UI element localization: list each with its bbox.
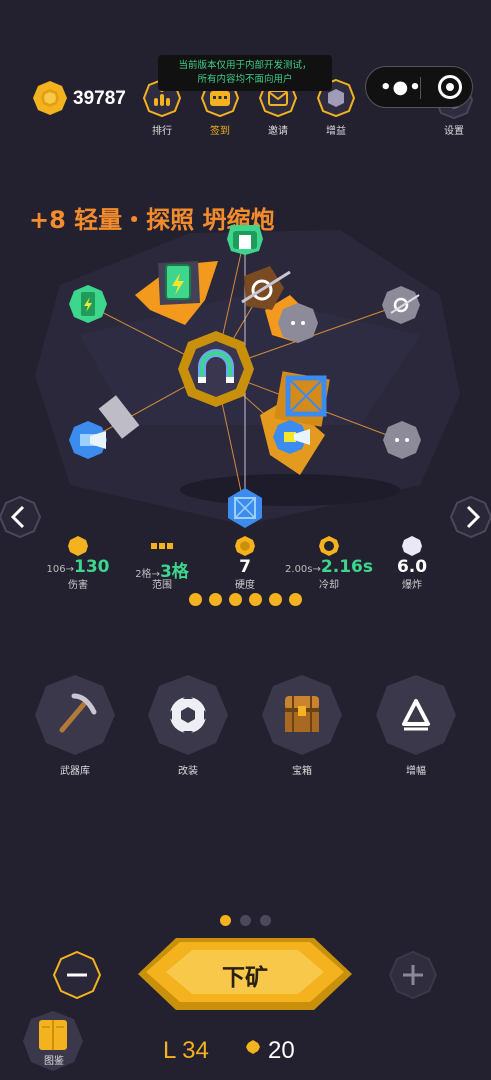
right-face-module xyxy=(383,421,421,459)
pickaxe-icon xyxy=(35,675,115,755)
upgrade-level-dot xyxy=(209,593,222,606)
mine-button-label: 下矿 xyxy=(222,965,268,991)
treasure-label: 宝箱 xyxy=(292,766,312,777)
chevron-right-icon xyxy=(449,495,491,539)
stat-damage-arrow: → xyxy=(65,564,74,575)
decrease-button[interactable] xyxy=(52,950,102,1000)
left-spotlight-module xyxy=(69,421,107,459)
stat-damage-value: 106→130 xyxy=(33,557,123,577)
stat-explosion-label: 爆炸 xyxy=(402,580,422,591)
green-dome-module xyxy=(227,225,263,255)
amplify-triangle-icon xyxy=(376,675,456,755)
ranking-label: 排行 xyxy=(152,126,172,137)
armory-label: 武器库 xyxy=(60,766,90,777)
stat-cooldown-from: 2.00s xyxy=(285,564,313,575)
magnet-core xyxy=(178,331,254,407)
armory-button[interactable] xyxy=(34,674,116,756)
next-weapon-button[interactable] xyxy=(449,495,491,539)
checkin-label: 签到 xyxy=(210,126,230,137)
modify-button[interactable] xyxy=(147,674,229,756)
page-indicator-dot-active xyxy=(220,915,231,926)
close-target-icon[interactable] xyxy=(438,75,462,99)
buff-label: 增益 xyxy=(326,126,346,137)
hardness-gem-icon xyxy=(235,536,255,556)
chevron-left-icon xyxy=(0,495,42,539)
stat-explosion-value: 6.0 xyxy=(367,557,457,577)
upgrade-level-dot xyxy=(289,593,302,606)
treasure-chest-icon xyxy=(262,675,342,755)
treasure-button[interactable] xyxy=(261,674,343,756)
page-indicator-dot xyxy=(240,915,251,926)
upgrade-level-dot xyxy=(249,593,262,606)
dev-notice-banner: 当前版本仅用于内部开发测试， 所有内容均不面向用户 xyxy=(158,55,332,91)
minus-icon xyxy=(52,950,102,1000)
cooldown-nut-icon xyxy=(319,536,339,556)
page-indicator-dot xyxy=(260,915,271,926)
diagram-shadow xyxy=(180,474,400,506)
stat-hardness-number: 7 xyxy=(239,557,251,577)
prev-weapon-button[interactable] xyxy=(0,495,42,539)
stat-damage-to: 130 xyxy=(73,557,110,577)
more-menu-icon[interactable]: •●• xyxy=(380,77,422,98)
right-gear-module xyxy=(382,286,420,324)
stat-hardness-value: 7 xyxy=(200,557,290,577)
grey-face-module xyxy=(278,303,318,343)
codex-label: 图鉴 xyxy=(44,1056,64,1067)
explosion-gem-icon xyxy=(402,536,422,556)
modify-label: 改装 xyxy=(178,766,198,777)
stat-cooldown-arrow: → xyxy=(312,564,321,575)
left-battery-module xyxy=(69,285,107,323)
stat-hardness-label: 硬度 xyxy=(235,580,255,591)
stat-cooldown-label: 冷却 xyxy=(319,580,339,591)
increase-button[interactable] xyxy=(388,950,438,1000)
stat-cooldown-value: 2.00s→2.16s xyxy=(284,557,374,577)
range-bar-icon xyxy=(151,543,173,549)
settings-label: 设置 xyxy=(444,126,464,137)
upgrade-level-dot xyxy=(189,593,202,606)
upgrade-level-dot xyxy=(229,593,242,606)
coin-count: 39787 xyxy=(73,88,126,109)
gem-icon xyxy=(246,1040,260,1054)
coin-icon xyxy=(33,81,67,115)
player-level: L 34 xyxy=(163,1037,209,1064)
upgrade-level-dot xyxy=(269,593,282,606)
capsule-divider xyxy=(420,77,421,99)
miniprogram-capsule: •●• xyxy=(365,66,473,108)
gem-count: 20 xyxy=(268,1037,295,1064)
invite-label: 邀请 xyxy=(268,126,288,137)
stat-cooldown-to: 2.16s xyxy=(320,557,373,577)
weapon-assembly-diagram xyxy=(35,225,460,528)
battery-module xyxy=(158,261,200,305)
stat-damage-from: 106 xyxy=(46,564,66,575)
saw-nut-icon xyxy=(148,675,228,755)
dev-notice-line-2: 所有内容均不面向用户 xyxy=(197,74,293,85)
dev-notice-line-1: 当前版本仅用于内部开发测试， xyxy=(178,60,312,71)
plus-icon xyxy=(388,950,438,1000)
amplify-label: 增幅 xyxy=(406,766,426,777)
stat-explosion-number: 6.0 xyxy=(396,557,428,577)
stat-range-label: 范围 xyxy=(152,580,172,591)
damage-gem-icon xyxy=(68,536,88,556)
amplify-button[interactable] xyxy=(375,674,457,756)
stat-damage-label: 伤害 xyxy=(68,580,88,591)
